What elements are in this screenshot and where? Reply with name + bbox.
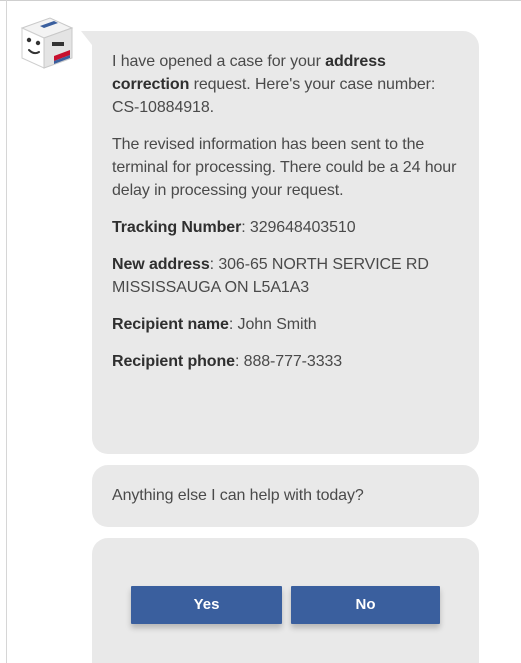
bot-avatar-icon (14, 10, 78, 74)
field-label: Recipient phone (112, 353, 235, 370)
quick-reply-panel: Yes No (92, 538, 479, 663)
followup-text: Anything else I can help with today? (112, 487, 364, 504)
new-address-field: New address: 306-65 NORTH SERVICE RD MIS… (112, 253, 461, 299)
field-value: : 888-777-3333 (234, 353, 343, 370)
bubble-tail (81, 31, 92, 45)
frame-left-border (6, 0, 7, 663)
tracking-number-field: Tracking Number: 329648403510 (112, 216, 461, 239)
recipient-phone-field: Recipient phone: 888-777-3333 (112, 350, 461, 373)
field-value: : 329648403510 (241, 219, 356, 236)
recipient-name-field: Recipient name: John Smith (112, 313, 461, 336)
processing-info-text: The revised information has been sent to… (112, 136, 457, 199)
field-label: Tracking Number (112, 219, 242, 236)
bot-message-bubble: I have opened a case for your address co… (81, 31, 479, 454)
case-text-start: I have opened a case for your (112, 53, 326, 70)
field-label: Recipient name (112, 316, 229, 333)
followup-bubble: Anything else I can help with today? (92, 465, 479, 527)
field-value: : John Smith (228, 316, 317, 333)
field-label: New address (112, 256, 210, 273)
no-button[interactable]: No (291, 586, 440, 624)
case-confirmation-text: I have opened a case for your address co… (112, 50, 461, 119)
yes-button[interactable]: Yes (131, 586, 282, 624)
frame-top-border (0, 0, 521, 1)
